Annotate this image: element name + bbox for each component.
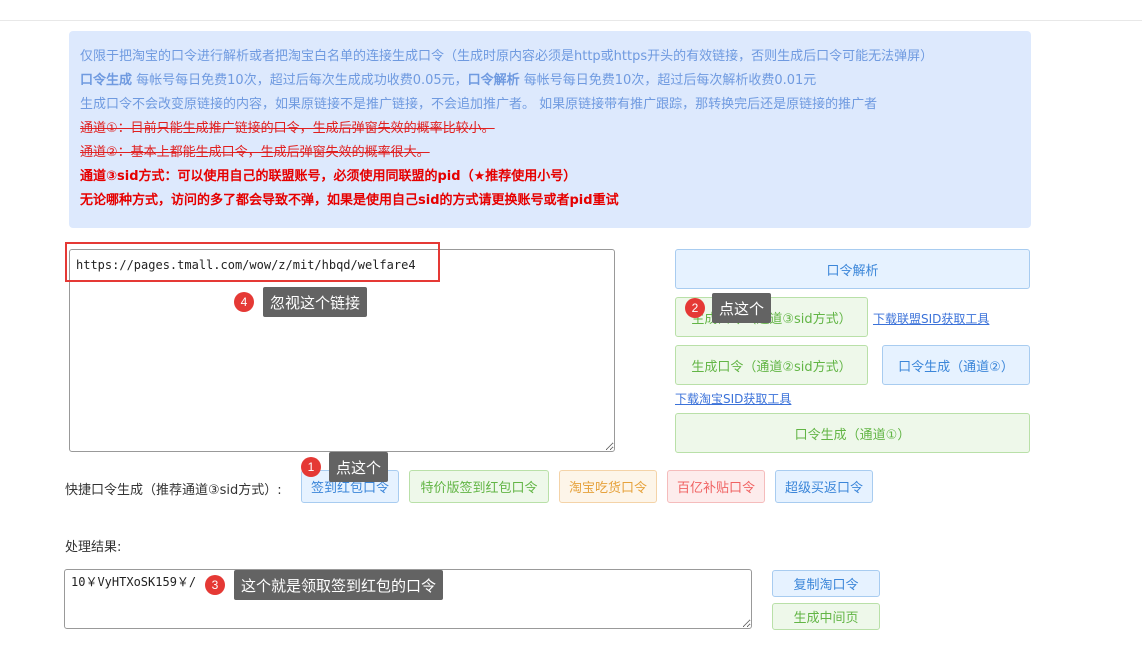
quick-super-cashback-button[interactable]: 超级买返口令 — [775, 470, 873, 503]
generate-middle-page-button[interactable]: 生成中间页 — [772, 603, 880, 630]
download-alliance-sid-link[interactable]: 下载联盟SID获取工具 — [873, 310, 989, 327]
notice-panel: 仅限于把淘宝的口令进行解析或者把淘宝白名单的连接生成口令（生成时原内容必须是ht… — [69, 31, 1031, 228]
annotation-3-badge: 3 — [205, 575, 225, 595]
annotation-3-tooltip: 这个就是领取签到红包的口令 — [234, 570, 444, 600]
annotation-2-badge: 2 — [685, 298, 705, 318]
annotation-2-tooltip: 点这个 — [712, 293, 772, 323]
link-input[interactable]: https://pages.tmall.com/wow/z/mit/hbqd/w… — [69, 249, 615, 452]
notice-line-2: 口令生成 每帐号每日免费10次，超过后每次生成成功收费0.05元，口令解析 每帐… — [80, 69, 1020, 93]
generate-channel1-button[interactable]: 口令生成（通道①） — [675, 413, 1030, 453]
annotation-1-tooltip: 点这个 — [329, 452, 389, 482]
notice-line-3: 生成口令不会改变原链接的内容，如果原链接不是推广链接，不会追加推广者。 如果原链… — [80, 97, 878, 112]
generate-channel2-button[interactable]: 口令生成（通道②） — [882, 345, 1030, 385]
parse-button[interactable]: 口令解析 — [675, 249, 1030, 289]
quick-special-signin-redpacket-button[interactable]: 特价版签到红包口令 — [409, 470, 549, 503]
notice-generate-pricing: 每帐号每日免费10次，超过后每次生成成功收费0.05元， — [132, 73, 468, 88]
top-divider — [0, 20, 1142, 21]
quick-subsidy-button[interactable]: 百亿补贴口令 — [667, 470, 765, 503]
notice-warning: 无论哪种方式，访问的多了都会导致不弹，如果是使用自己sid的方式请更换账号或者p… — [80, 193, 619, 208]
notice-bold-parse: 口令解析 — [467, 73, 520, 88]
notice-line-1: 仅限于把淘宝的口令进行解析或者把淘宝白名单的连接生成口令（生成时原内容必须是ht… — [80, 49, 934, 64]
notice-bold-generate: 口令生成 — [80, 73, 133, 88]
notice-channel-3: 通道③sid方式：可以使用自己的联盟账号，必须使用同联盟的pid（★推荐使用小号… — [80, 169, 577, 184]
annotation-1-badge: 1 — [301, 457, 321, 477]
quick-generate-label: 快捷口令生成（推荐通道③sid方式）: — [65, 483, 282, 498]
download-taobao-sid-link[interactable]: 下载淘宝SID获取工具 — [675, 390, 791, 407]
generate-channel2-sid-button[interactable]: 生成口令（通道②sid方式） — [675, 345, 868, 385]
result-label: 处理结果: — [65, 540, 122, 555]
notice-channel-2: 通道②：基本上都能生成口令，生成后弹窗失效的概率很大。 — [80, 145, 430, 160]
copy-token-button[interactable]: 复制淘口令 — [772, 570, 880, 597]
notice-parse-pricing: 每帐号每日免费10次，超过后每次解析收费0.01元 — [519, 73, 817, 88]
quick-foodie-button[interactable]: 淘宝吃货口令 — [559, 470, 657, 503]
annotation-4-tooltip: 忽视这个链接 — [263, 287, 368, 317]
notice-channel-1: 通道①：目前只能生成推广链接的口令，生成后弹窗失效的概率比较小。 — [80, 121, 495, 136]
annotation-4-badge: 4 — [234, 292, 254, 312]
